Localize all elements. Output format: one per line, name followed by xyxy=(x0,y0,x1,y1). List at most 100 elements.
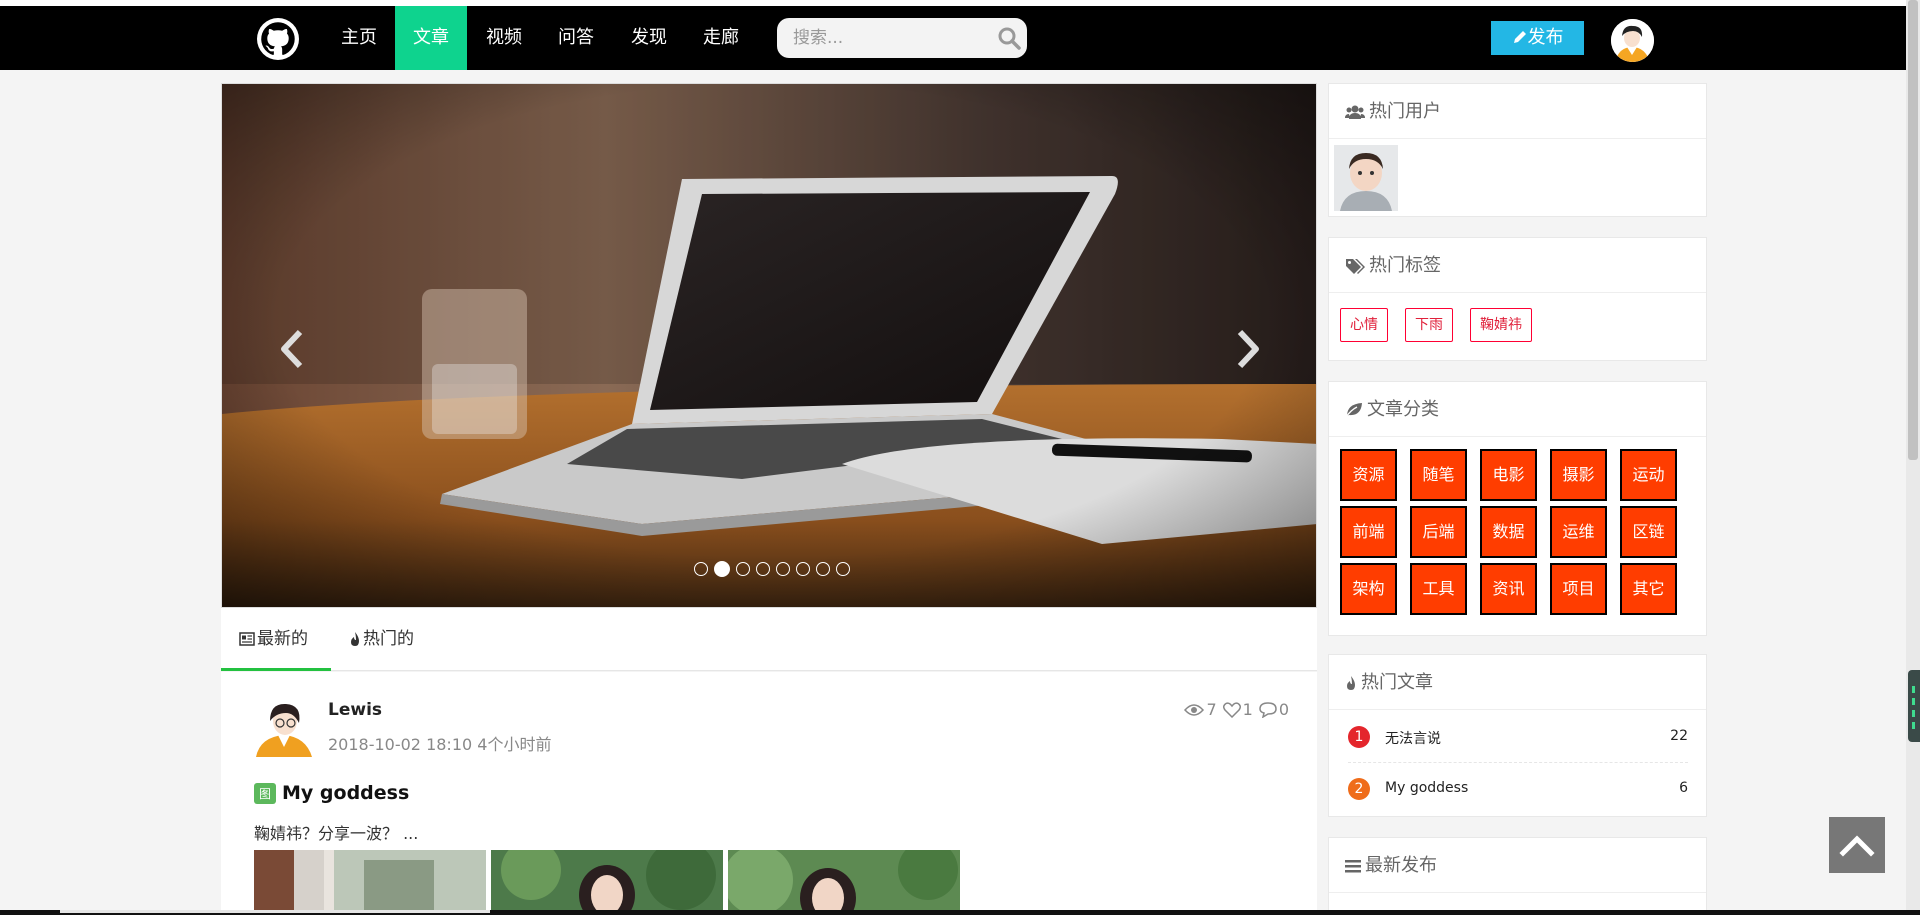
comment-icon[interactable] xyxy=(1259,701,1277,718)
search-icon[interactable] xyxy=(997,26,1021,50)
category-item[interactable]: 数据 xyxy=(1480,506,1537,558)
fire-icon xyxy=(351,632,359,646)
hot-article-title[interactable]: My goddess xyxy=(1385,780,1468,796)
category-item[interactable]: 架构 xyxy=(1340,563,1397,615)
hot-tags-panel: 热门标签 心情 下雨 鞠婧祎 xyxy=(1328,237,1707,361)
category-item[interactable]: 运动 xyxy=(1620,449,1677,501)
hot-tags-header: 热门标签 xyxy=(1329,238,1706,293)
back-to-top-button[interactable] xyxy=(1829,817,1885,873)
tab-latest[interactable]: 最新的 xyxy=(221,608,331,671)
post-card[interactable]: Lewis 2018-10-02 18:10 4个小时前 7 1 0 图 My … xyxy=(221,672,1317,912)
heart-icon[interactable] xyxy=(1222,701,1241,718)
post-thumbnail[interactable] xyxy=(491,850,723,912)
categories-header: 文章分类 xyxy=(1329,382,1706,437)
navbar: 主页 文章 视频 问答 发现 走廊 发布 xyxy=(0,6,1906,70)
category-item[interactable]: 区链 xyxy=(1620,506,1677,558)
tab-hot[interactable]: 热门的 xyxy=(331,608,441,671)
nav-qa[interactable]: 问答 xyxy=(547,6,605,70)
carousel-dot-active[interactable] xyxy=(714,561,730,577)
hot-article-title[interactable]: 无法言说 xyxy=(1385,728,1441,748)
hot-users-title: 热门用户 xyxy=(1369,101,1441,122)
hot-article-count: 6 xyxy=(1679,780,1688,796)
category-item[interactable]: 项目 xyxy=(1550,563,1607,615)
nav-home[interactable]: 主页 xyxy=(331,6,387,70)
carousel-dot[interactable] xyxy=(694,562,708,576)
side-widget[interactable] xyxy=(1908,670,1920,742)
rank-badge: 1 xyxy=(1348,726,1370,748)
carousel-slide-image xyxy=(222,84,1316,607)
carousel-dot[interactable] xyxy=(836,562,850,576)
category-item[interactable]: 运维 xyxy=(1550,506,1607,558)
user-avatar[interactable] xyxy=(1611,19,1654,62)
tags-icon xyxy=(1346,259,1365,274)
list-icon xyxy=(1345,860,1361,873)
search-input[interactable] xyxy=(777,18,977,58)
carousel-next-arrow-icon[interactable] xyxy=(1228,324,1268,374)
github-logo-icon[interactable] xyxy=(257,18,299,60)
category-item[interactable]: 资源 xyxy=(1340,449,1397,501)
chevron-up-icon xyxy=(1839,835,1875,857)
categories-panel: 文章分类 资源 随笔 电影 摄影 运动 前端 后端 数据 运维 区链 架构 工具… xyxy=(1328,381,1707,636)
page-scrollbar-thumb[interactable] xyxy=(1908,0,1918,460)
tag-list: 心情 下雨 鞠婧祎 xyxy=(1329,293,1706,361)
newspaper-icon xyxy=(239,632,255,646)
post-stats: 7 1 0 xyxy=(1184,700,1289,719)
tab-hot-label: 热门的 xyxy=(363,629,414,649)
nav-articles[interactable]: 文章 xyxy=(395,6,467,70)
nav-corridor[interactable]: 走廊 xyxy=(692,6,750,70)
publish-button[interactable]: 发布 xyxy=(1491,21,1584,55)
image-post-badge: 图 xyxy=(254,782,277,804)
hot-users-panel: 热门用户 xyxy=(1328,83,1707,217)
hot-articles-title: 热门文章 xyxy=(1361,672,1433,693)
category-item[interactable]: 前端 xyxy=(1340,506,1397,558)
hot-user-avatar[interactable] xyxy=(1334,145,1398,211)
category-item[interactable]: 电影 xyxy=(1480,449,1537,501)
category-item[interactable]: 后端 xyxy=(1410,506,1467,558)
tag-item[interactable]: 鞠婧祎 xyxy=(1470,308,1532,342)
category-item[interactable]: 随笔 xyxy=(1410,449,1467,501)
nav-videos[interactable]: 视频 xyxy=(475,6,533,70)
post-thumbnail[interactable] xyxy=(728,850,960,912)
hot-users-header: 热门用户 xyxy=(1329,84,1706,139)
view-count: 7 xyxy=(1206,700,1217,719)
carousel-dot[interactable] xyxy=(756,562,770,576)
post-title[interactable]: My goddess xyxy=(282,782,409,804)
feed-tabs: 最新的 热门的 xyxy=(221,608,1317,671)
hot-article-row[interactable]: 1 无法言说 22 xyxy=(1348,711,1688,763)
hot-tags-title: 热门标签 xyxy=(1369,255,1441,276)
image-carousel[interactable] xyxy=(221,83,1317,608)
carousel-dot[interactable] xyxy=(776,562,790,576)
post-thumbnail[interactable] xyxy=(254,850,486,912)
comment-count: 0 xyxy=(1278,700,1289,719)
post-time: 2018-10-02 18:10 4个小时前 xyxy=(328,735,552,754)
hot-article-row[interactable]: 2 My goddess 6 xyxy=(1348,763,1688,815)
post-title-row[interactable]: 图 My goddess xyxy=(254,782,409,804)
like-count: 1 xyxy=(1242,700,1253,719)
user-avatar-image xyxy=(1611,19,1654,62)
tag-item[interactable]: 下雨 xyxy=(1405,308,1453,342)
latest-header: 最新发布 xyxy=(1329,838,1706,893)
search-box xyxy=(777,18,1027,58)
eye-icon xyxy=(1184,703,1205,716)
categories-title: 文章分类 xyxy=(1367,399,1439,420)
category-item[interactable]: 资讯 xyxy=(1480,563,1537,615)
category-item[interactable]: 其它 xyxy=(1620,563,1677,615)
carousel-dot[interactable] xyxy=(816,562,830,576)
category-item[interactable]: 摄影 xyxy=(1550,449,1607,501)
carousel-prev-arrow-icon[interactable] xyxy=(272,324,312,374)
nav-discover[interactable]: 发现 xyxy=(620,6,678,70)
carousel-dot[interactable] xyxy=(796,562,810,576)
carousel-dot[interactable] xyxy=(736,562,750,576)
hot-articles-header: 热门文章 xyxy=(1329,655,1706,710)
category-grid: 资源 随笔 电影 摄影 运动 前端 后端 数据 运维 区链 架构 工具 资讯 项… xyxy=(1329,437,1706,637)
leaf-icon xyxy=(1345,403,1362,418)
users-icon xyxy=(1345,105,1365,119)
carousel-indicators xyxy=(694,561,850,577)
category-item[interactable]: 工具 xyxy=(1410,563,1467,615)
post-author[interactable]: Lewis xyxy=(328,700,382,720)
pencil-icon xyxy=(1513,31,1526,43)
author-avatar[interactable] xyxy=(254,695,314,757)
post-summary: 鞠婧祎？分享一波？ ... xyxy=(254,824,419,843)
tag-item[interactable]: 心情 xyxy=(1340,308,1388,342)
page-scrollbar[interactable] xyxy=(1906,0,1920,915)
